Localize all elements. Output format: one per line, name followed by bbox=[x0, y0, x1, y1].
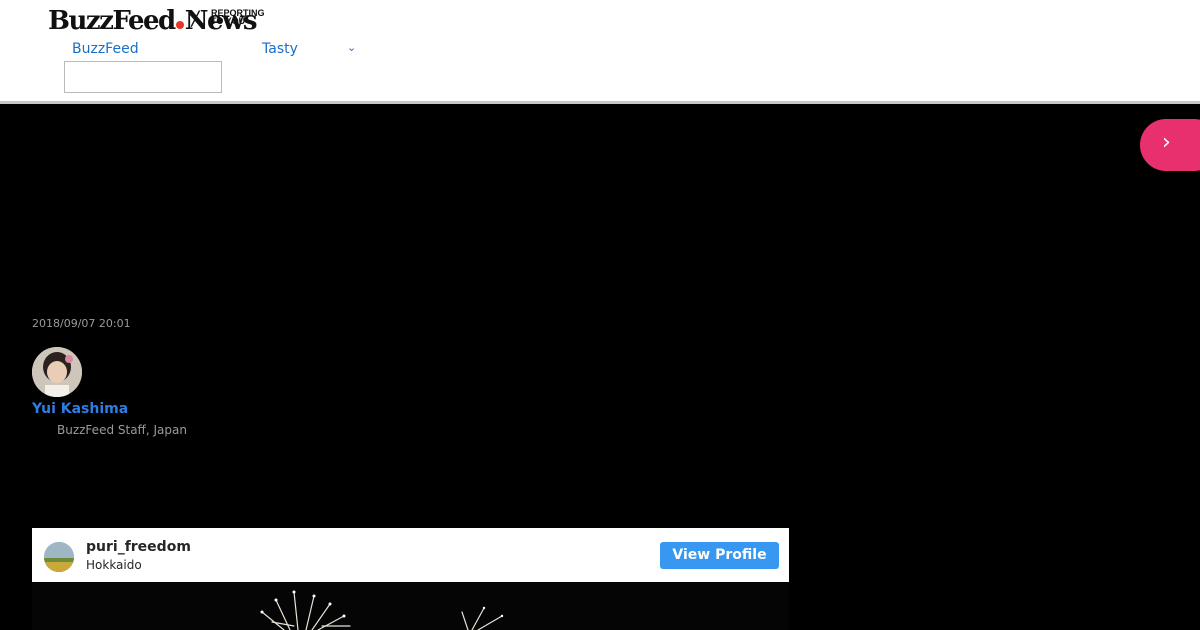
embed-photo[interactable] bbox=[32, 582, 789, 630]
fireworks-image bbox=[32, 582, 789, 630]
logo-slash: / bbox=[192, 6, 199, 30]
logo-buzzfeed: BuzzFeed bbox=[48, 6, 176, 36]
chevron-down-icon[interactable]: ⌄ bbox=[347, 41, 356, 54]
logo-tagline: REPORTING TO YOU bbox=[211, 9, 271, 26]
embed-location[interactable]: Hokkaido bbox=[86, 558, 142, 572]
instagram-embed: puri_freedom Hokkaido View Profile bbox=[32, 528, 789, 630]
author-avatar-image bbox=[32, 347, 82, 397]
nav-link-tasty[interactable]: Tasty bbox=[262, 41, 298, 57]
embed-avatar-image bbox=[44, 542, 74, 572]
nav-link-buzzfeed[interactable]: BuzzFeed bbox=[72, 41, 139, 57]
tagline-line2: TO YOU bbox=[211, 16, 246, 26]
view-profile-button[interactable]: View Profile bbox=[660, 542, 779, 569]
embed-header: puri_freedom Hokkaido View Profile bbox=[32, 528, 789, 582]
site-header: BuzzFeed News / REPORTING TO YOU BuzzFeed… bbox=[0, 0, 1200, 102]
embed-user-avatar[interactable] bbox=[44, 542, 74, 572]
logo-dot bbox=[175, 21, 184, 29]
author-avatar[interactable] bbox=[32, 347, 82, 397]
search-input[interactable] bbox=[64, 61, 222, 93]
author-name-link[interactable]: Yui Kashima bbox=[32, 401, 128, 417]
embed-username[interactable]: puri_freedom bbox=[86, 539, 191, 555]
chevron-right-icon: › bbox=[1162, 130, 1171, 155]
publish-timestamp: 2018/09/07 20:01 bbox=[32, 317, 131, 330]
next-article-button[interactable]: › bbox=[1140, 119, 1200, 171]
author-title: BuzzFeed Staff, Japan bbox=[57, 423, 187, 437]
